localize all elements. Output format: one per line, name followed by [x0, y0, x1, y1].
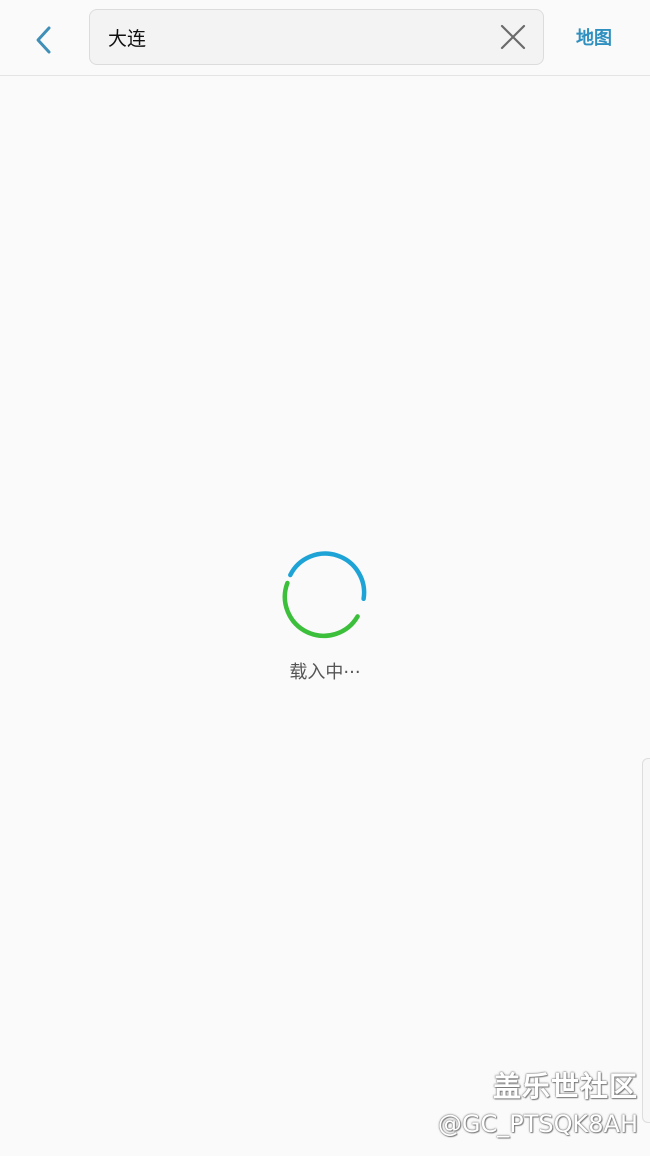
watermark-title: 盖乐世社区: [492, 1070, 638, 1103]
loading-spinner-icon: [282, 551, 367, 639]
side-panel-handle[interactable]: [642, 758, 650, 1123]
chevron-left-icon: [36, 26, 51, 54]
search-input[interactable]: [108, 10, 478, 64]
clear-button[interactable]: [499, 23, 527, 51]
search-box[interactable]: [89, 9, 544, 65]
back-button[interactable]: [22, 18, 66, 62]
watermark: 盖乐世社区 @GC_PTSQK8AH: [438, 1068, 638, 1142]
screen: 地图 载入中··· 盖乐世社区 @GC_PTSQK8AH: [0, 0, 650, 1156]
close-icon: [500, 24, 526, 50]
loading-indicator: 载入中···: [275, 545, 375, 684]
map-button[interactable]: 地图: [568, 24, 620, 54]
watermark-handle: @GC_PTSQK8AH: [437, 1110, 638, 1138]
loading-text: 载入中···: [289, 662, 361, 683]
top-bar: 地图: [0, 0, 650, 76]
